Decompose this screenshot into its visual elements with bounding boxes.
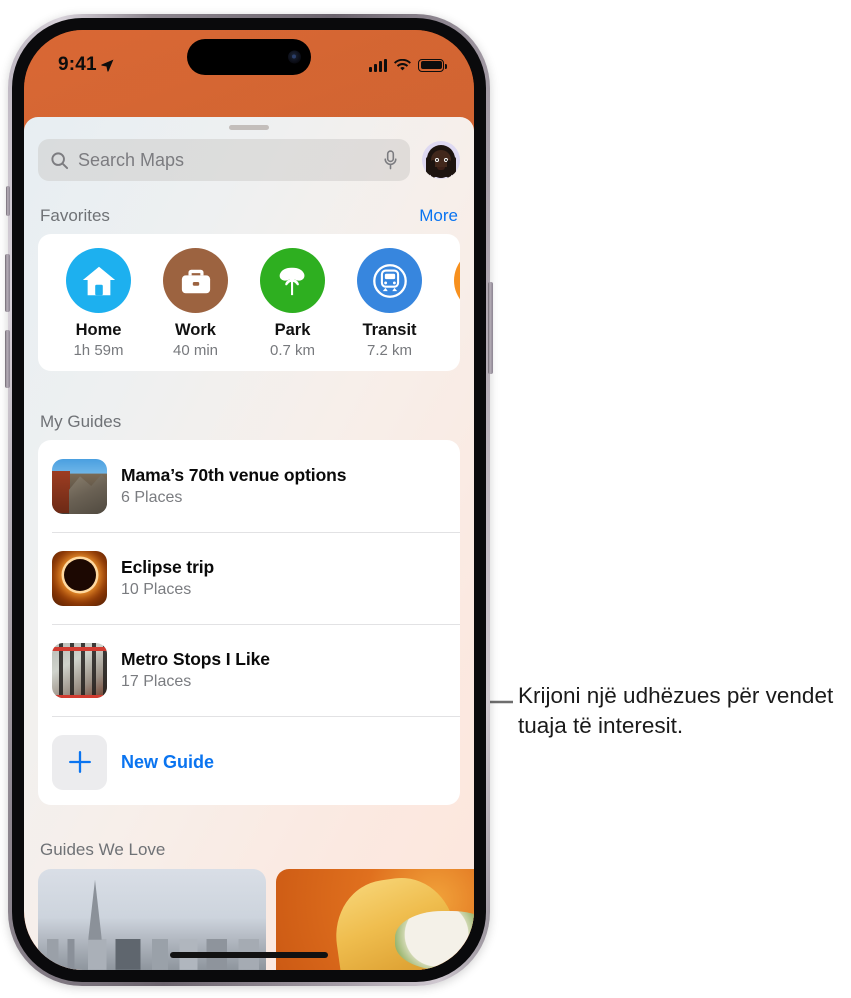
cellular-bars-icon [369,58,387,72]
wifi-icon [394,58,411,70]
power-button[interactable] [488,282,493,374]
favorite-item-park[interactable]: Park 0.7 km [244,248,341,359]
favorites-scroller[interactable]: Home 1h 59m Work 40 min Park 0.7 km Tran… [38,234,460,359]
callout-text: Krijoni një udhëzues për vendet tuaja të… [518,683,834,738]
favorite-label: Transit [362,321,417,339]
favorite-sublabel: 0.7 km [269,341,315,359]
guide-subtitle: 6 Places [121,489,183,506]
favorite-tea-circle [454,248,460,313]
guide-text-block: Metro Stops I Like 17 Places [121,649,270,691]
guide-title: Mama’s 70th venue options [121,465,347,485]
favorite-item-transit[interactable]: Transit 7.2 km [341,248,438,359]
plus-icon [68,751,91,773]
favorite-label: Park [274,321,311,339]
my-guides-title: My Guides [40,412,122,431]
status-icons [369,58,447,72]
phone-screen: 9:41 Search Maps Favorites More Home 1h … [24,30,474,970]
guide-subtitle: 17 Places [121,673,192,690]
screenshot-root: 9:41 Search Maps Favorites More Home 1h … [0,0,851,998]
guide-title: Metro Stops I Like [121,649,270,669]
phone-frame: 9:41 Search Maps Favorites More Home 1h … [5,14,493,986]
guide-subtitle: 10 Places [121,581,192,598]
sheet-grabber[interactable] [229,125,269,130]
favorite-label: Tea [438,321,460,340]
my-guides-card: Mama’s 70th venue options 6 Places Eclip… [38,440,460,805]
house-icon [82,266,115,295]
favorites-title: Favorites [40,206,110,225]
metro-train-thumbnail [52,642,107,698]
list-item[interactable]: Mama’s 70th venue options 6 Places [38,440,460,532]
favorite-sublabel: 1h 59m [73,341,124,359]
list-item[interactable]: Metro Stops I Like 17 Places [38,624,460,716]
favorite-item-home[interactable]: Home 1h 59m [50,248,147,359]
favorites-card: Home 1h 59m Work 40 min Park 0.7 km Tran… [38,234,460,371]
search-placeholder: Search Maps [78,149,185,170]
battery-full-icon [418,58,447,72]
search-icon [51,151,69,169]
favorite-sublabel: 7.2 km [366,341,412,359]
favorite-sublabel: 2 [438,342,460,359]
location-arrow-icon [101,58,114,72]
desert-canyon-thumbnail [52,458,107,514]
home-indicator[interactable] [170,952,328,958]
new-guide-label: New Guide [121,751,215,772]
guide-title: Eclipse trip [121,557,215,577]
avatar[interactable] [422,141,460,179]
favorite-item-work[interactable]: Work 40 min [147,248,244,359]
tree-icon [279,267,304,295]
guide-text-block: Mama’s 70th venue options 6 Places [121,465,346,507]
my-guides-header: My Guides [24,412,474,432]
favorites-header: Favorites More [24,206,474,226]
volume-up-button[interactable] [5,254,10,312]
new-guide-button[interactable]: New Guide [38,716,460,805]
plus-icon-container [52,734,107,790]
favorite-park-circle [260,248,325,313]
clock-label: 9:41 [58,54,97,75]
front-camera-icon [288,50,301,64]
favorite-sublabel: 40 min [172,341,219,359]
phone-bezel: 9:41 Search Maps Favorites More Home 1h … [12,18,486,982]
silence-switch[interactable] [6,186,10,216]
search-input[interactable]: Search Maps [38,139,410,181]
favorite-item-tea[interactable]: Tea 2 [438,248,460,359]
dynamic-island[interactable] [187,39,311,75]
search-row: Search Maps [24,139,474,181]
list-item[interactable]: Eclipse trip 10 Places [38,532,460,624]
favorite-home-circle [66,248,131,313]
train-icon [372,263,407,298]
guides-we-love-header: Guides We Love [24,840,474,860]
guides-we-love-title: Guides We Love [40,840,166,859]
microphone-icon[interactable] [383,150,398,170]
favorites-more-link[interactable]: More [419,206,458,226]
favorite-work-circle [163,248,228,313]
briefcase-icon [181,269,210,293]
volume-down-button[interactable] [5,330,10,388]
memoji-avatar [424,143,458,179]
favorite-transit-circle [357,248,422,313]
solar-eclipse-thumbnail [52,550,107,606]
status-time-group: 9:41 [58,54,115,76]
favorite-label: Work [175,321,216,339]
maps-bottom-sheet: Search Maps Favorites More Home 1h 59m W… [24,117,474,970]
favorite-label: Home [75,321,122,339]
guide-text-block: Eclipse trip 10 Places [121,557,214,599]
